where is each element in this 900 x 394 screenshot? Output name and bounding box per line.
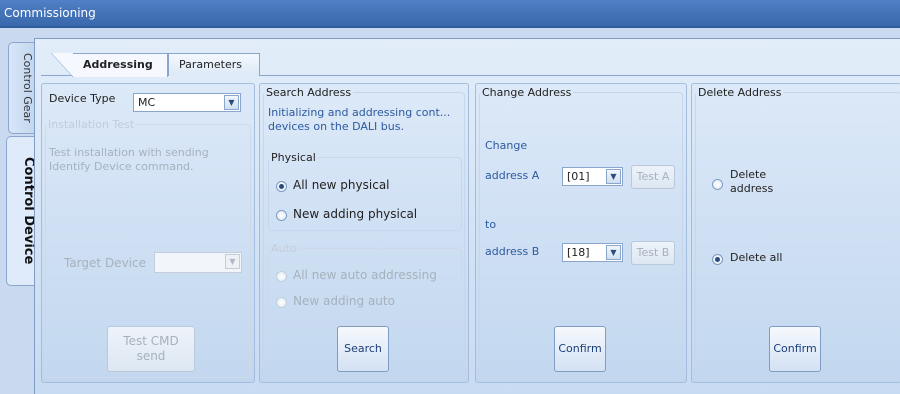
delete-all-radio[interactable]: [712, 254, 723, 265]
delete-address-panel: Delete Address Delete address Delete all…: [691, 83, 900, 383]
side-tab-control-device[interactable]: Control Device: [6, 136, 36, 286]
to-label: to: [485, 218, 497, 231]
new-adding-physical-label: New adding physical: [293, 207, 418, 221]
auto-group: Auto: [268, 242, 462, 326]
device-type-label: Device Type: [49, 92, 116, 105]
installation-test-description: Test installation with sending Identify …: [49, 146, 209, 173]
test-a-button: Test A: [631, 165, 675, 189]
side-tab-control-gear[interactable]: Control Gear: [8, 42, 34, 134]
content-area: Addressing Parameters Device Type MC ▼ I…: [34, 38, 900, 394]
delete-address-radio[interactable]: [712, 179, 723, 190]
physical-legend: Physical: [271, 151, 316, 164]
delete-confirm-button[interactable]: Confirm: [769, 326, 821, 372]
auto-legend: Auto: [271, 242, 297, 255]
address-a-label: address A: [485, 169, 540, 182]
delete-all-label: Delete all: [730, 251, 783, 264]
device-type-value: MC: [138, 96, 156, 109]
address-a-select[interactable]: [01] ▼: [562, 167, 623, 186]
all-new-auto-radio: [276, 271, 287, 282]
target-device-label: Target Device: [64, 256, 146, 270]
address-a-value: [01]: [567, 170, 590, 183]
tab-addressing[interactable]: Addressing: [51, 53, 168, 77]
all-new-auto-label: All new auto addressing: [293, 268, 437, 282]
address-b-select[interactable]: [18] ▼: [562, 243, 623, 262]
chevron-down-icon[interactable]: ▼: [606, 245, 621, 260]
installation-panel: Device Type MC ▼ Installation Test Test …: [41, 83, 255, 383]
change-label: Change: [485, 139, 528, 152]
address-b-value: [18]: [567, 246, 590, 259]
all-new-physical-label: All new physical: [293, 178, 390, 192]
new-adding-auto-label: New adding auto: [293, 294, 395, 308]
window-title: Commissioning: [0, 0, 900, 28]
change-address-legend: Change Address: [482, 86, 572, 99]
test-cmd-send-button: Test CMD send: [107, 326, 195, 372]
change-confirm-button[interactable]: Confirm: [554, 326, 606, 372]
new-adding-physical-radio[interactable]: [276, 210, 287, 221]
target-device-select: ▼: [154, 252, 242, 273]
search-button[interactable]: Search: [337, 326, 389, 372]
main-area: Control Gear Control Device Addressing P…: [0, 28, 900, 394]
search-address-description: Initializing and addressing cont... devi…: [268, 106, 451, 133]
chevron-down-icon[interactable]: ▼: [606, 169, 621, 184]
installation-test-legend: Installation Test: [48, 118, 135, 131]
test-b-button: Test B: [631, 241, 675, 265]
tab-parameters[interactable]: Parameters: [168, 53, 260, 76]
delete-address-legend: Delete Address: [698, 86, 782, 99]
all-new-physical-radio[interactable]: [276, 181, 287, 192]
chevron-down-icon: ▼: [225, 254, 240, 269]
change-address-panel: Change Address Change address A [01] ▼ T…: [475, 83, 687, 383]
new-adding-auto-radio: [276, 297, 287, 308]
delete-address-label: Delete address: [730, 168, 774, 195]
address-b-label: address B: [485, 245, 540, 258]
device-type-select[interactable]: MC ▼: [133, 93, 241, 112]
chevron-down-icon[interactable]: ▼: [224, 95, 239, 110]
search-address-panel: Search Address Initializing and addressi…: [259, 83, 469, 383]
search-address-legend: Search Address: [266, 86, 352, 99]
